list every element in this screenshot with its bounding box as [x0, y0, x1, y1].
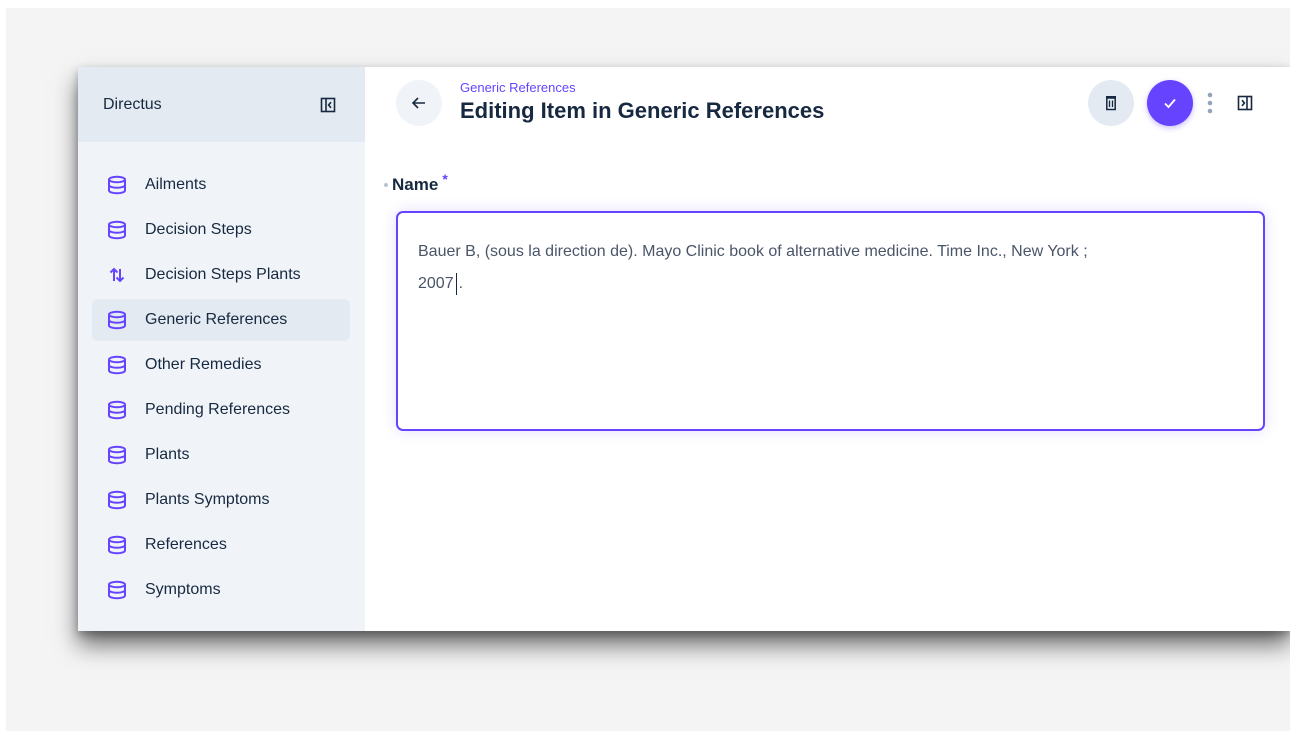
sidebar-item-label: Plants	[145, 446, 190, 463]
database-icon	[106, 489, 128, 511]
name-textarea[interactable]: Bauer B, (sous la direction de). Mayo Cl…	[396, 211, 1265, 431]
sidebar: Directus Ailments Decision Steps Decisio…	[78, 67, 365, 631]
textarea-line-2-tail: .	[458, 275, 464, 292]
sidebar-item-label: Ailments	[145, 176, 207, 193]
trash-icon	[1106, 96, 1116, 111]
import-export-icon	[106, 264, 128, 286]
right-panel-icon	[1237, 95, 1253, 111]
sidebar-item-label: Other Remedies	[145, 356, 262, 373]
sidebar-item-label: Symptoms	[145, 581, 221, 598]
sidebar-item-label: Plants Symptoms	[145, 491, 270, 508]
toggle-info-sidebar-button[interactable]	[1233, 91, 1257, 115]
sidebar-item-plants-symptoms[interactable]: Plants Symptoms	[92, 479, 350, 521]
sidebar-header: Directus	[78, 67, 365, 142]
database-icon	[106, 174, 128, 196]
database-icon	[106, 309, 128, 331]
sidebar-item-label: References	[145, 536, 227, 553]
sidebar-item-label: Decision Steps Plants	[145, 266, 301, 283]
more-options-button[interactable]	[1200, 89, 1220, 117]
sidebar-item-ailments[interactable]: Ailments	[92, 164, 350, 206]
sidebar-item-label: Decision Steps	[145, 221, 252, 238]
app-title: Directus	[103, 95, 162, 113]
edited-indicator-dot	[384, 183, 388, 187]
page-title: Editing Item in Generic References	[460, 98, 825, 123]
name-field-label: Name *	[384, 171, 448, 195]
save-button[interactable]	[1147, 80, 1193, 126]
sidebar-item-plants[interactable]: Plants	[92, 434, 350, 476]
sidebar-item-references[interactable]: References	[92, 524, 350, 566]
sidebar-item-label: Generic References	[145, 311, 288, 328]
sidebar-item-label: Pending References	[145, 401, 290, 418]
collapse-sidebar-icon[interactable]	[319, 96, 337, 114]
breadcrumb[interactable]: Generic References	[460, 80, 576, 95]
sidebar-item-other-remedies[interactable]: Other Remedies	[92, 344, 350, 386]
database-icon	[106, 579, 128, 601]
textarea-line-1: Bauer B, (sous la direction de). Mayo Cl…	[418, 243, 1088, 260]
database-icon	[106, 444, 128, 466]
delete-button[interactable]	[1088, 80, 1134, 126]
more-vertical-icon	[1207, 92, 1213, 114]
textarea-line-2: 2007	[418, 275, 454, 292]
field-label-text: Name	[392, 175, 439, 194]
app-window: Directus Ailments Decision Steps Decisio…	[78, 67, 1290, 631]
database-icon	[106, 219, 128, 241]
collection-nav: Ailments Decision Steps Decision Steps P…	[78, 142, 365, 611]
database-icon	[106, 399, 128, 421]
text-caret	[455, 272, 457, 295]
database-icon	[106, 354, 128, 376]
database-icon	[106, 534, 128, 556]
sidebar-item-decision-steps[interactable]: Decision Steps	[92, 209, 350, 251]
sidebar-item-pending-references[interactable]: Pending References	[92, 389, 350, 431]
page-header: Generic References Editing Item in Gener…	[365, 67, 1290, 142]
sidebar-item-symptoms[interactable]: Symptoms	[92, 569, 350, 611]
sidebar-item-decision-steps-plants[interactable]: Decision Steps Plants	[92, 254, 350, 296]
back-button[interactable]	[396, 80, 442, 126]
sidebar-item-generic-references[interactable]: Generic References	[92, 299, 350, 341]
check-icon	[1164, 98, 1176, 109]
required-marker: *	[442, 171, 448, 187]
arrow-left-icon	[411, 97, 425, 109]
